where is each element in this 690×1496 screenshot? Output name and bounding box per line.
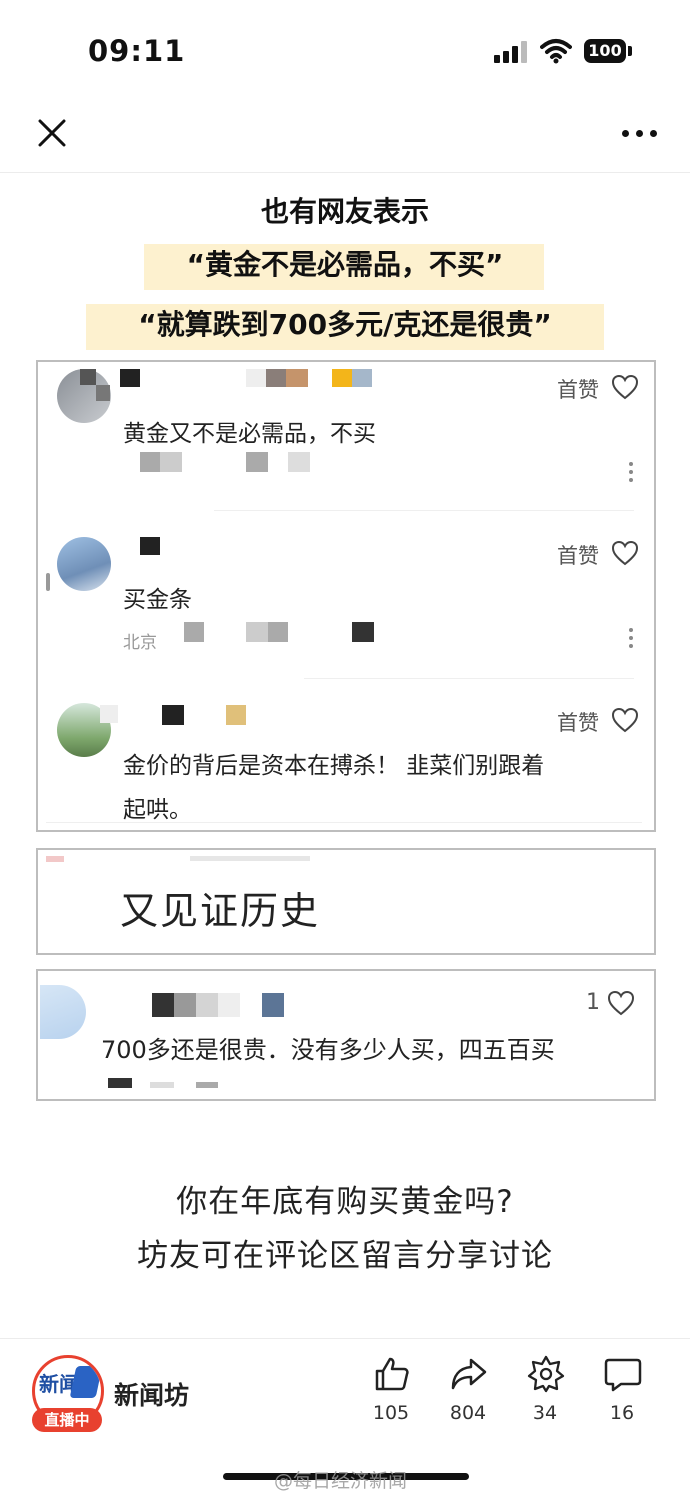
battery-tip bbox=[628, 46, 632, 56]
pixelated-meta bbox=[352, 622, 374, 642]
heart-icon[interactable] bbox=[611, 540, 639, 566]
live-badge: 直播中 bbox=[32, 1408, 102, 1432]
pixelated-username bbox=[218, 993, 240, 1017]
pixelated-meta bbox=[246, 452, 268, 472]
pixelated-header bbox=[46, 856, 64, 862]
question-line2: 坊友可在评论区留言分享讨论 bbox=[137, 1238, 553, 1274]
bottom-bar-divider bbox=[0, 1338, 690, 1339]
watermark: @每日经济新闻 bbox=[274, 1470, 408, 1492]
pixelated-meta bbox=[288, 452, 310, 472]
headline-line3: “就算跌到700多元/克还是很贵” bbox=[138, 308, 552, 341]
question-line1: 你在年底有购买黄金吗? bbox=[176, 1184, 514, 1220]
pixelated-meta bbox=[140, 452, 160, 472]
pixelated-meta bbox=[184, 622, 204, 642]
pixelated-username bbox=[196, 993, 218, 1017]
comment-text: 又见证历史 bbox=[120, 889, 321, 933]
share-icon[interactable] bbox=[449, 1354, 489, 1394]
like-label: 首赞 bbox=[557, 711, 599, 735]
comment-menu-icon[interactable] bbox=[628, 628, 634, 650]
comment-text: 黄金又不是必需品，不买 bbox=[123, 421, 376, 447]
pixelated-username bbox=[162, 705, 184, 725]
favorite-count: 34 bbox=[532, 1402, 558, 1424]
pixelated-username bbox=[80, 369, 96, 385]
pixelated-username bbox=[226, 705, 246, 725]
favorite-icon[interactable] bbox=[526, 1354, 566, 1394]
avatar bbox=[57, 537, 111, 591]
status-time: 09:11 bbox=[88, 34, 186, 68]
headline-line1: 也有网友表示 bbox=[260, 195, 429, 228]
comment-icon[interactable] bbox=[603, 1354, 643, 1394]
close-icon[interactable] bbox=[32, 113, 72, 153]
pixelated-meta bbox=[108, 1078, 132, 1088]
like-count: 1 bbox=[586, 990, 600, 1015]
pixelated-meta bbox=[160, 452, 182, 472]
wifi-icon bbox=[540, 39, 572, 64]
heart-icon[interactable] bbox=[607, 990, 635, 1016]
pixelated-meta bbox=[196, 1082, 218, 1088]
more-icon[interactable] bbox=[618, 118, 662, 146]
pixelated-username bbox=[96, 385, 110, 401]
avatar-edge bbox=[46, 573, 50, 591]
like-label: 首赞 bbox=[557, 378, 599, 402]
pixelated-username bbox=[246, 369, 266, 387]
divider bbox=[214, 510, 634, 511]
divider bbox=[304, 678, 634, 679]
pixelated-username bbox=[286, 369, 308, 387]
account-name[interactable]: 新闻坊 bbox=[114, 1376, 189, 1412]
pixelated-meta bbox=[246, 622, 268, 642]
cellular-signal-icon bbox=[494, 41, 530, 63]
pixelated-username bbox=[120, 369, 140, 387]
pixelated-username bbox=[332, 369, 352, 387]
heart-icon[interactable] bbox=[611, 707, 639, 733]
comment-menu-icon[interactable] bbox=[628, 462, 634, 484]
pixelated-meta bbox=[150, 1082, 174, 1088]
nav-divider bbox=[0, 172, 690, 173]
pixelated-username bbox=[352, 369, 372, 387]
comment-text: 金价的背后是资本在搏杀！ 韭菜们别跟着 bbox=[123, 753, 545, 779]
pixelated-username bbox=[174, 993, 196, 1017]
pixelated-username bbox=[100, 705, 118, 723]
comment-location: 北京 bbox=[123, 633, 157, 653]
pixelated-username bbox=[266, 369, 286, 387]
pixelated-username bbox=[262, 993, 284, 1017]
comment-text: 700多还是很贵．没有多少人买，四五百买 bbox=[101, 1036, 555, 1064]
comment-text-continued: 起哄。 bbox=[123, 797, 192, 823]
logo-mark bbox=[69, 1366, 101, 1398]
share-count: 804 bbox=[449, 1402, 487, 1424]
battery-indicator: 100 bbox=[584, 39, 626, 63]
like-label: 首赞 bbox=[557, 544, 599, 568]
heart-icon[interactable] bbox=[611, 374, 639, 400]
comment-text: 买金条 bbox=[123, 587, 192, 613]
pixelated-header bbox=[190, 856, 310, 861]
comment-count: 16 bbox=[609, 1402, 635, 1424]
pixelated-username bbox=[140, 537, 160, 555]
headline-line2: “黄金不是必需品，不买” bbox=[186, 248, 504, 281]
thumbs-up-icon[interactable] bbox=[372, 1354, 412, 1394]
pixelated-meta bbox=[268, 622, 288, 642]
divider bbox=[46, 822, 642, 823]
pixelated-username bbox=[152, 993, 174, 1017]
like-count: 105 bbox=[372, 1402, 410, 1424]
